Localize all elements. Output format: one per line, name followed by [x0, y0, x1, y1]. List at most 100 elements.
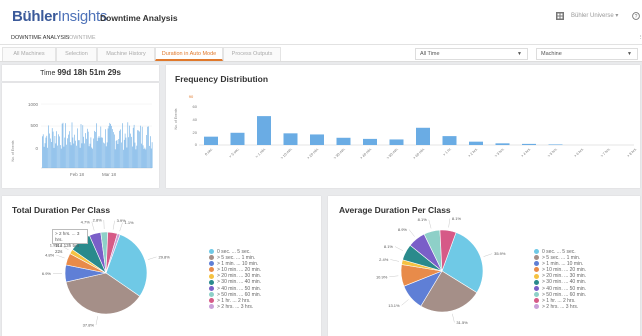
- pie-slice-label: 37.8%: [83, 323, 95, 328]
- legend-label: > 2 hrs. ... 3 hrs.: [217, 303, 254, 310]
- mini-ytick: 0: [35, 146, 38, 151]
- timeline-bar: [127, 122, 129, 168]
- frequency-category-label: > 3 hrs.: [494, 147, 505, 158]
- timeline-bar: [96, 140, 98, 168]
- help-icon[interactable]: ?: [632, 12, 640, 20]
- timeline-bar: [80, 124, 82, 168]
- tab-machine-history[interactable]: Machine History: [97, 47, 155, 61]
- legend-item[interactable]: > 2 hrs. ... 3 hrs.: [534, 304, 586, 310]
- mini-xtick: Mar 18: [102, 172, 117, 177]
- timeline-bar: [100, 126, 102, 168]
- legend-swatch: [209, 291, 214, 297]
- frequency-category-label: > 6 hrs.: [573, 147, 584, 158]
- frequency-bar: [416, 127, 430, 145]
- legend-label: > 30 min. ... 40 min.: [542, 279, 587, 286]
- timeline-bar: [78, 140, 80, 168]
- frequency-bar: [257, 116, 271, 145]
- timeline-bar: [123, 139, 125, 168]
- more-icon[interactable]: ⋮: [638, 35, 642, 41]
- machine-filter-dropdown[interactable]: Machine ▼: [536, 48, 638, 60]
- timeline-bar: [105, 146, 107, 168]
- timeline-bar: [79, 147, 81, 168]
- mini-y-label: No. of Events: [11, 140, 15, 161]
- tab-selection[interactable]: Selection: [56, 47, 97, 61]
- legend-label: > 5 sec. ... 1 min.: [217, 255, 256, 262]
- timeline-bar: [148, 126, 149, 168]
- grid-icon[interactable]: [556, 12, 564, 20]
- timeline-bar: [46, 135, 48, 168]
- frequency-bar: [283, 133, 298, 145]
- legend-label: > 20 min. ... 30 min.: [542, 273, 587, 280]
- timeline-bar: [84, 143, 85, 168]
- legend-swatch: [209, 255, 214, 261]
- timeline-bar: [112, 129, 113, 168]
- timeline-bar: [143, 149, 145, 168]
- frequency-bar: [230, 132, 245, 145]
- tab-bar: All Machines Selection Machine History D…: [0, 45, 642, 62]
- legend-swatch: [209, 279, 214, 285]
- timeline-bar: [44, 143, 46, 168]
- brand-logo[interactable]: BühlerInsights: [12, 8, 107, 25]
- legend-label: > 2 hrs. ... 3 hrs.: [542, 303, 579, 310]
- subnav-downtime-analysis[interactable]: DOWNTIME ANALYSIS: [11, 35, 69, 41]
- timeline-bar: [67, 138, 68, 168]
- timeline-bar: [113, 132, 114, 168]
- freq-y-label: No. of Events: [174, 108, 178, 129]
- timeline-bar: [145, 149, 147, 168]
- timeline-bar: [43, 146, 45, 168]
- timeline-bar: [61, 123, 63, 168]
- pie-slice-label: 1.1%: [125, 220, 135, 225]
- tab-all-machines[interactable]: All Machines: [2, 47, 56, 61]
- timeline-bar: [107, 128, 109, 168]
- timeline-bar: [134, 142, 136, 168]
- timeline-bar: [151, 142, 153, 168]
- legend-label: 0 sec. ... 5 sec.: [217, 249, 251, 255]
- legend-swatch: [534, 291, 539, 297]
- frequency-bar: [522, 143, 536, 145]
- timeline-bar: [149, 145, 150, 168]
- pie-slice-label: 4.7%: [81, 219, 91, 224]
- legend-swatch: [534, 273, 539, 279]
- timeline-bar: [87, 128, 88, 168]
- frequency-category-label: > 50 min.: [386, 147, 399, 160]
- legend-label: > 20 min. ... 30 min.: [217, 273, 262, 280]
- legend-swatch: [209, 304, 214, 310]
- timeline-bar: [132, 146, 133, 168]
- timeline-bar: [89, 143, 91, 168]
- timeline-bar: [125, 137, 127, 168]
- timeline-bar: [97, 137, 99, 168]
- timeline-bar: [129, 125, 130, 168]
- timeline-bar: [90, 137, 92, 168]
- tab-process-outputs[interactable]: Process Outputs: [223, 47, 281, 61]
- timeline-bar: [140, 125, 141, 168]
- timeline-bar: [78, 140, 79, 168]
- timeline-bar: [96, 123, 97, 168]
- page-title: Downtime Analysis: [100, 13, 178, 23]
- time-filter-dropdown[interactable]: All Time ▼: [415, 48, 528, 60]
- user-menu[interactable]: Bühler Universe ▾: [571, 12, 618, 19]
- timeline-bar: [150, 136, 151, 168]
- total-time-label: Time: [40, 70, 56, 77]
- freq-ytick: 20: [193, 130, 198, 135]
- legend-item[interactable]: > 2 hrs. ... 3 hrs.: [209, 304, 261, 310]
- timeline-bar: [144, 147, 146, 168]
- frequency-category-label: > 4 hrs.: [520, 147, 531, 158]
- frequency-bar: [310, 134, 324, 145]
- timeline-bar: [110, 124, 111, 168]
- events-timeline-chart: No. of Events 1000 500 0 Feb 18 Mar 18: [11, 102, 153, 177]
- legend-swatch: [209, 285, 214, 291]
- timeline-bar: [120, 129, 121, 168]
- mini-ytick: 500: [30, 123, 38, 128]
- events-timeline-panel: No. of Events 1000 500 0 Feb 18 Mar 18: [2, 83, 159, 188]
- timeline-bar: [47, 147, 48, 168]
- tooltip-class: > 2 hrs. ... 3 hrs.: [55, 231, 80, 242]
- tab-duration-auto-mode[interactable]: Duration in Auto Mode: [155, 47, 223, 61]
- subnav-downtime[interactable]: DOWNTIME: [65, 35, 96, 41]
- timeline-bar: [77, 128, 78, 168]
- timeline-bar: [131, 136, 132, 168]
- frequency-category-label: > 10 min.: [280, 147, 293, 160]
- timeline-bar: [85, 133, 86, 168]
- timeline-bar: [65, 123, 66, 168]
- app-header: BühlerInsights Downtime Analysis Bühler …: [0, 0, 642, 34]
- timeline-bar: [71, 122, 73, 168]
